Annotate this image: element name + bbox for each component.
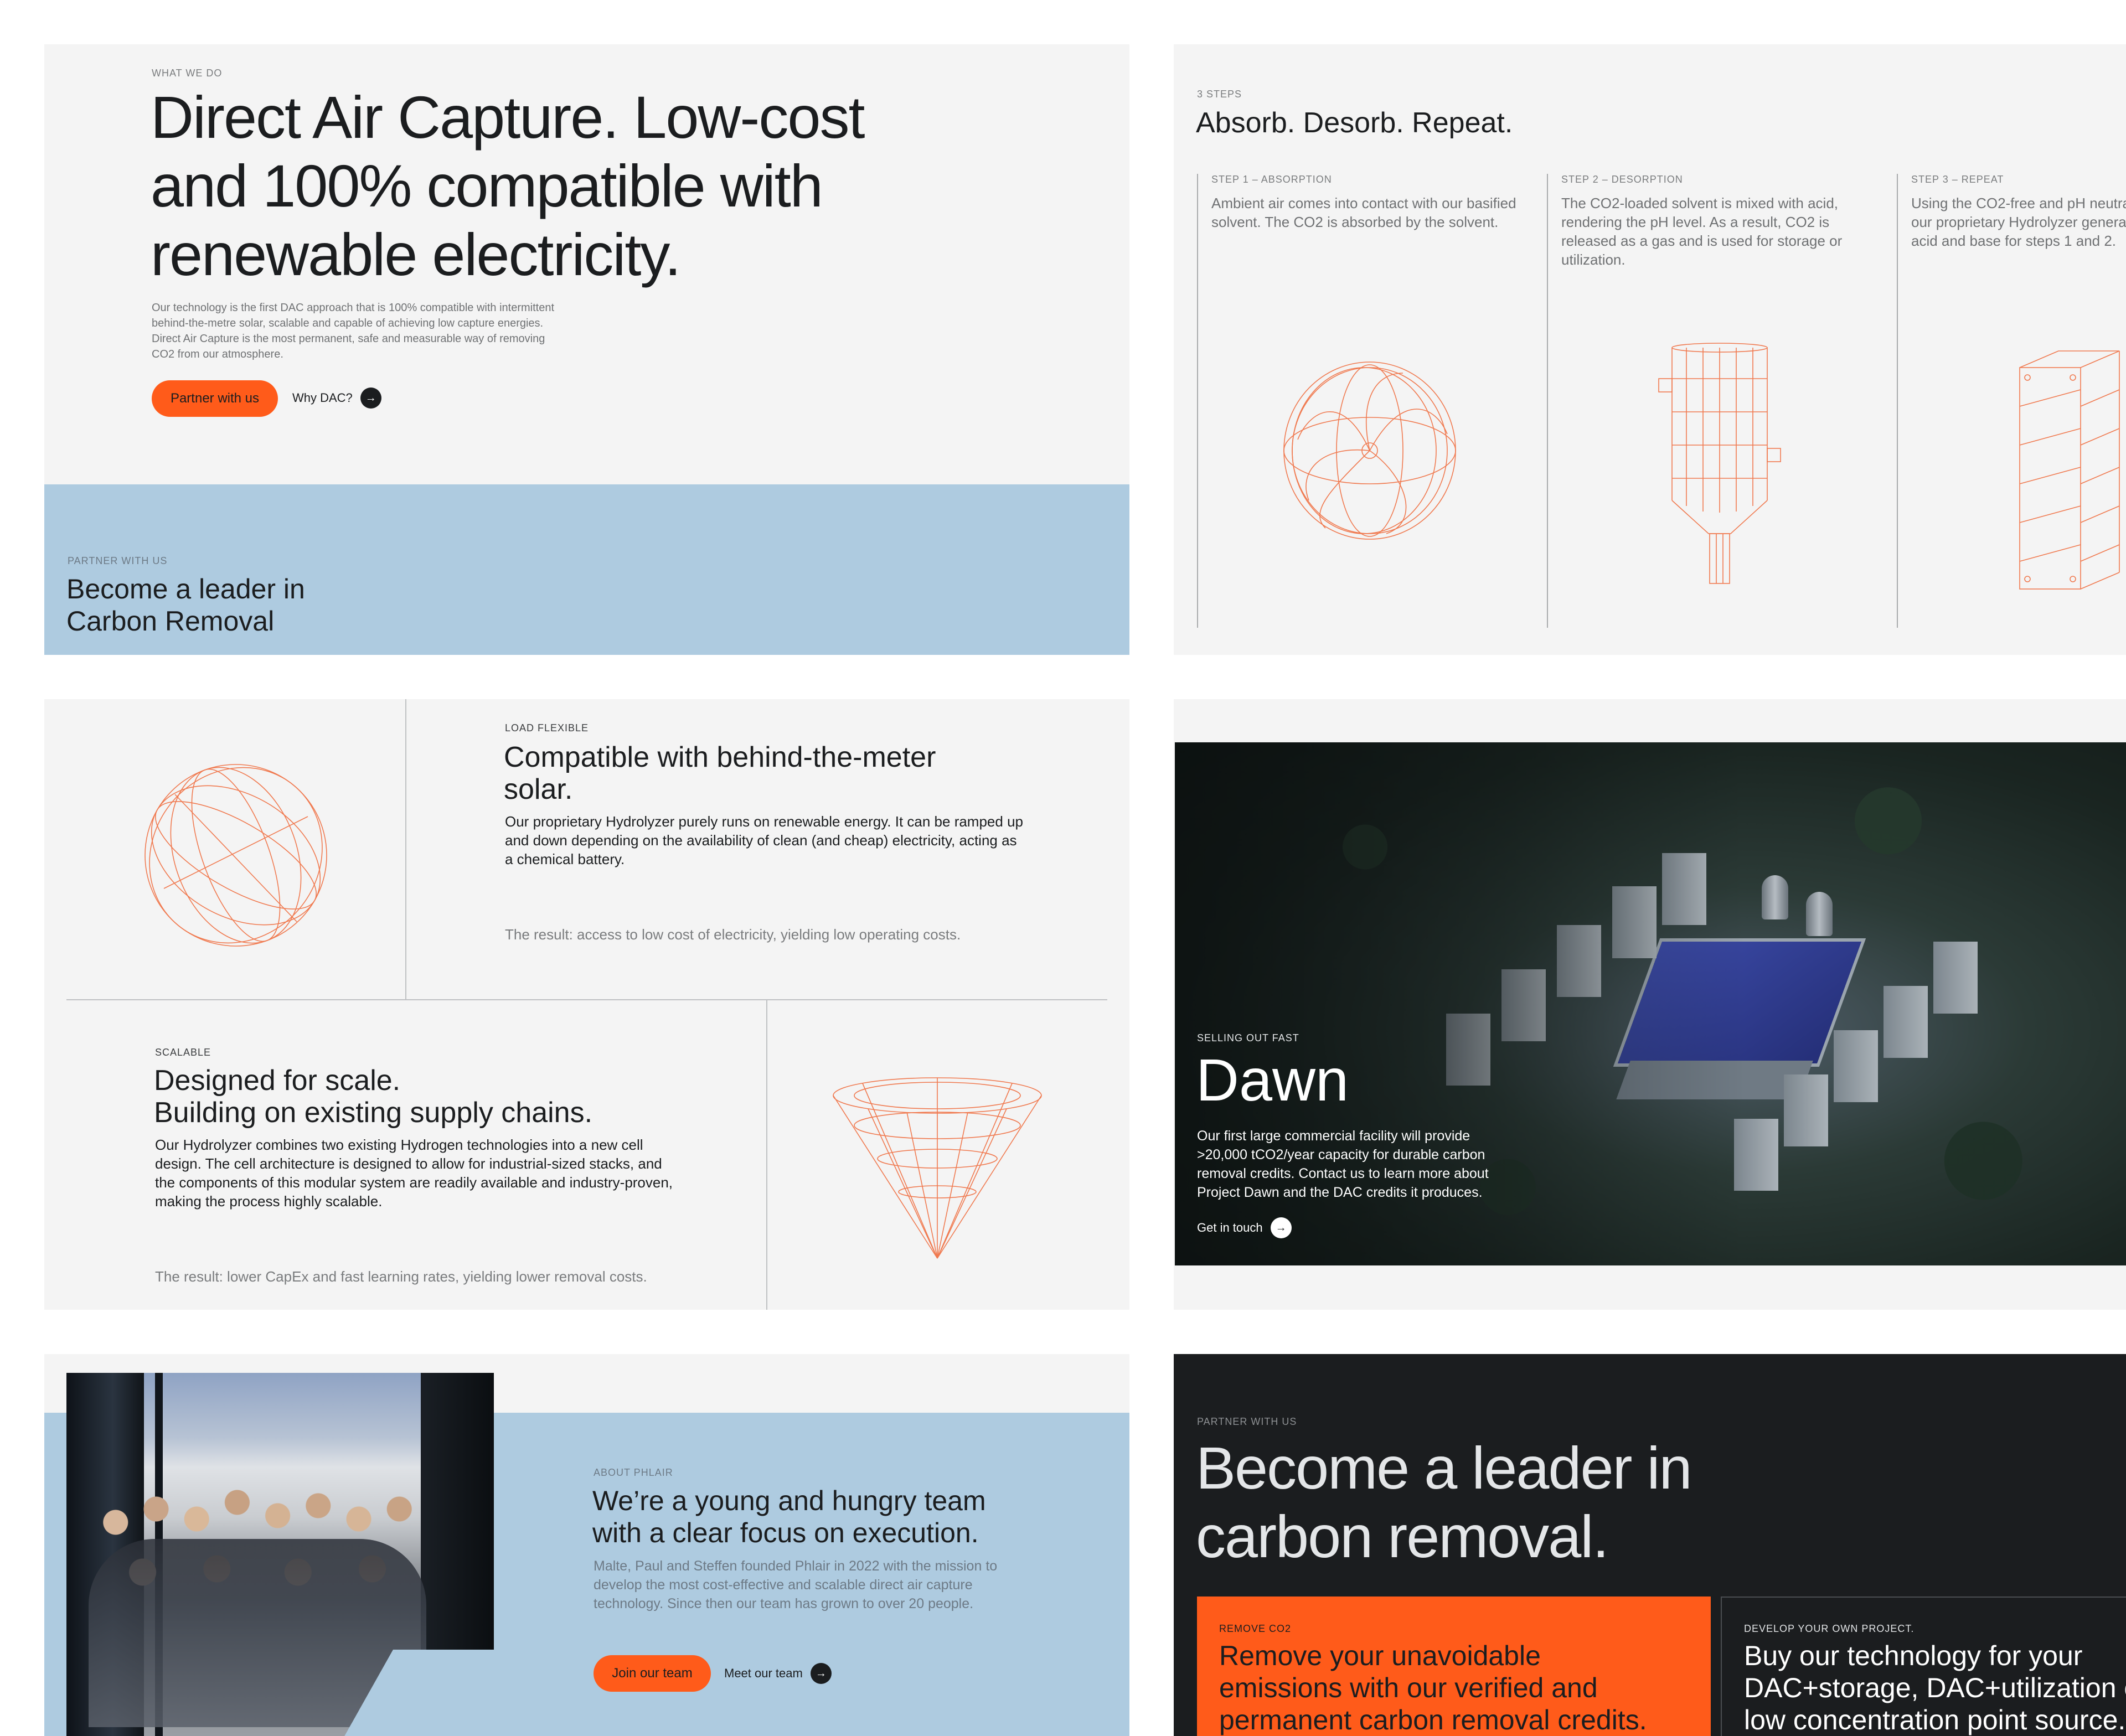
window-frame-right bbox=[421, 1373, 494, 1650]
hero-headline-line: renewable electricity. bbox=[151, 221, 681, 288]
partner-title: Become a leader in carbon removal. bbox=[1196, 1434, 1692, 1571]
title-line: We’re a young and hungry team bbox=[592, 1485, 986, 1516]
band-title-line: Become a leader in bbox=[66, 574, 305, 604]
dawn-eyebrow: SELLING OUT FAST bbox=[1197, 1032, 1299, 1043]
partner-eyebrow: PARTNER WITH US bbox=[1197, 1416, 1297, 1427]
band-title-line: Carbon Removal bbox=[66, 606, 275, 637]
tile-eyebrow: REMOVE CO2 bbox=[1219, 1623, 1292, 1634]
features-card: LOAD FLEXIBLE Compatible with behind-the… bbox=[44, 699, 1129, 1310]
steps-eyebrow: 3 STEPS bbox=[1197, 89, 1242, 100]
meet-our-team-link[interactable]: Meet our team → bbox=[724, 1663, 832, 1684]
title-line: permanent carbon removal credits. bbox=[1219, 1704, 1647, 1735]
remove-co2-tile[interactable]: REMOVE CO2 Remove your unavoidable emiss… bbox=[1197, 1596, 1711, 1736]
step-column: STEP 2 – DESORPTION The CO2-loaded solve… bbox=[1547, 174, 1858, 628]
scalable-eyebrow: SCALABLE bbox=[155, 1047, 211, 1058]
title-line: Designed for scale. bbox=[154, 1065, 401, 1097]
hero-body: Our technology is the first DAC approach… bbox=[152, 302, 555, 360]
dawn-body: Our first large commercial facility will… bbox=[1197, 1128, 1489, 1200]
load-flexible-eyebrow: LOAD FLEXIBLE bbox=[505, 722, 589, 733]
dawn-title: Dawn bbox=[1196, 1046, 1349, 1113]
what-we-do-card: WHAT WE DO Direct Air Capture. Low-cost … bbox=[44, 44, 1129, 655]
about-eyebrow: ABOUT PHLAIR bbox=[594, 1467, 673, 1478]
arrow-right-icon: → bbox=[1270, 1217, 1292, 1238]
step-label: STEP 3 – REPEAT bbox=[1911, 174, 2004, 185]
title-line: emissions with our verified and bbox=[1219, 1672, 1598, 1703]
arrow-right-icon: → bbox=[810, 1663, 832, 1684]
title-line: solar. bbox=[504, 773, 573, 805]
step-column: STEP 3 – REPEAT Using the CO2-free and p… bbox=[1897, 174, 2126, 628]
about-body: Malte, Paul and Steffen founded Phlair i… bbox=[594, 1558, 998, 1611]
load-flexible-body: Our proprietary Hydrolyzer purely runs o… bbox=[505, 813, 1023, 867]
title-line: Remove your unavoidable bbox=[1219, 1640, 1541, 1671]
tile-title: Remove your unavoidable emissions with o… bbox=[1219, 1640, 1647, 1736]
step-column: STEP 1 – ABSORPTION Ambient air comes in… bbox=[1197, 174, 1516, 628]
load-flexible-result: The result: access to low cost of electr… bbox=[505, 926, 961, 943]
tile-eyebrow: DEVELOP YOUR OWN PROJECT. bbox=[1744, 1623, 1915, 1634]
tile-title: Buy our technology for your DAC+storage,… bbox=[1744, 1640, 2126, 1736]
dawn-aerial-image: SELLING OUT FAST Dawn Our first large co… bbox=[1175, 742, 2126, 1265]
title-line: low concentration point source. bbox=[1744, 1704, 2126, 1735]
partner-band: PARTNER WITH US Become a leader in Carbo… bbox=[44, 484, 1129, 655]
cone-illustration bbox=[833, 1077, 1042, 1259]
scalable-body: Our Hydrolyzer combines two existing Hyd… bbox=[155, 1136, 673, 1210]
sphere-illustration bbox=[145, 764, 327, 947]
about-title: We’re a young and hungry team with a cle… bbox=[592, 1485, 986, 1549]
step-label: STEP 2 – DESORPTION bbox=[1561, 174, 1683, 185]
step-text: Ambient air comes into contact with our … bbox=[1211, 195, 1516, 230]
title-line: Become a leader in bbox=[1196, 1434, 1692, 1501]
about-card: ABOUT PHLAIR We’re a young and hungry te… bbox=[44, 1354, 1129, 1736]
hydrolyzer-stack-illustration bbox=[2019, 350, 2120, 590]
join-our-team-button[interactable]: Join our team bbox=[594, 1655, 711, 1692]
hero-headline-line: and 100% compatible with bbox=[151, 152, 823, 219]
hero-headline-line: Direct Air Capture. Low-cost bbox=[151, 84, 865, 151]
scalable-title: Designed for scale. Building on existing… bbox=[154, 1065, 592, 1129]
load-flexible-title: Compatible with behind-the-meter solar. bbox=[504, 741, 936, 805]
title-line: carbon removal. bbox=[1196, 1503, 1609, 1570]
step-text: The CO2-loaded solvent is mixed with aci… bbox=[1561, 195, 1843, 268]
section-eyebrow: WHAT WE DO bbox=[152, 68, 223, 79]
get-in-touch-label: Get in touch bbox=[1197, 1221, 1263, 1234]
team-photo bbox=[66, 1373, 494, 1736]
band-title: Become a leader in Carbon Removal bbox=[66, 573, 305, 637]
meet-our-team-label: Meet our team bbox=[724, 1666, 803, 1680]
desorber-tank-illustration bbox=[1658, 343, 1781, 584]
get-in-touch-link[interactable]: Get in touch → bbox=[1197, 1217, 1292, 1238]
steps-title: Absorb. Desorb. Repeat. bbox=[1196, 107, 1513, 139]
vertical-divider-top bbox=[405, 699, 406, 999]
title-line: DAC+storage, DAC+utilization or bbox=[1744, 1672, 2126, 1703]
title-line: with a clear focus on execution. bbox=[592, 1517, 979, 1548]
why-dac-link[interactable]: Why DAC? → bbox=[292, 388, 381, 409]
band-eyebrow: PARTNER WITH US bbox=[68, 555, 168, 566]
develop-project-tile[interactable]: DEVELOP YOUR OWN PROJECT. Buy our techno… bbox=[1721, 1596, 2126, 1736]
step-text: Using the CO2-free and pH neutral solven… bbox=[1911, 195, 2126, 249]
why-dac-label: Why DAC? bbox=[292, 391, 353, 405]
title-line: Building on existing supply chains. bbox=[154, 1097, 593, 1129]
step-label: STEP 1 – ABSORPTION bbox=[1211, 174, 1332, 185]
dawn-card: SELLING OUT FAST Dawn Our first large co… bbox=[1174, 699, 2126, 1310]
three-steps-card: 3 STEPS Absorb. Desorb. Repeat. STEP 1 –… bbox=[1174, 44, 2126, 655]
horizontal-divider bbox=[66, 999, 1107, 1000]
partner-with-us-button[interactable]: Partner with us bbox=[152, 380, 278, 417]
arrow-right-icon: → bbox=[360, 388, 381, 409]
partner-dark-card: PARTNER WITH US Become a leader in carbo… bbox=[1174, 1354, 2126, 1736]
title-line: Buy our technology for your bbox=[1744, 1640, 2083, 1671]
title-line: Compatible with behind-the-meter bbox=[504, 741, 936, 773]
absorber-fan-illustration bbox=[1283, 361, 1456, 540]
scalable-result: The result: lower CapEx and fast learnin… bbox=[155, 1268, 647, 1285]
vertical-divider-bottom bbox=[766, 999, 767, 1310]
hero-headline: Direct Air Capture. Low-cost and 100% co… bbox=[151, 83, 865, 289]
